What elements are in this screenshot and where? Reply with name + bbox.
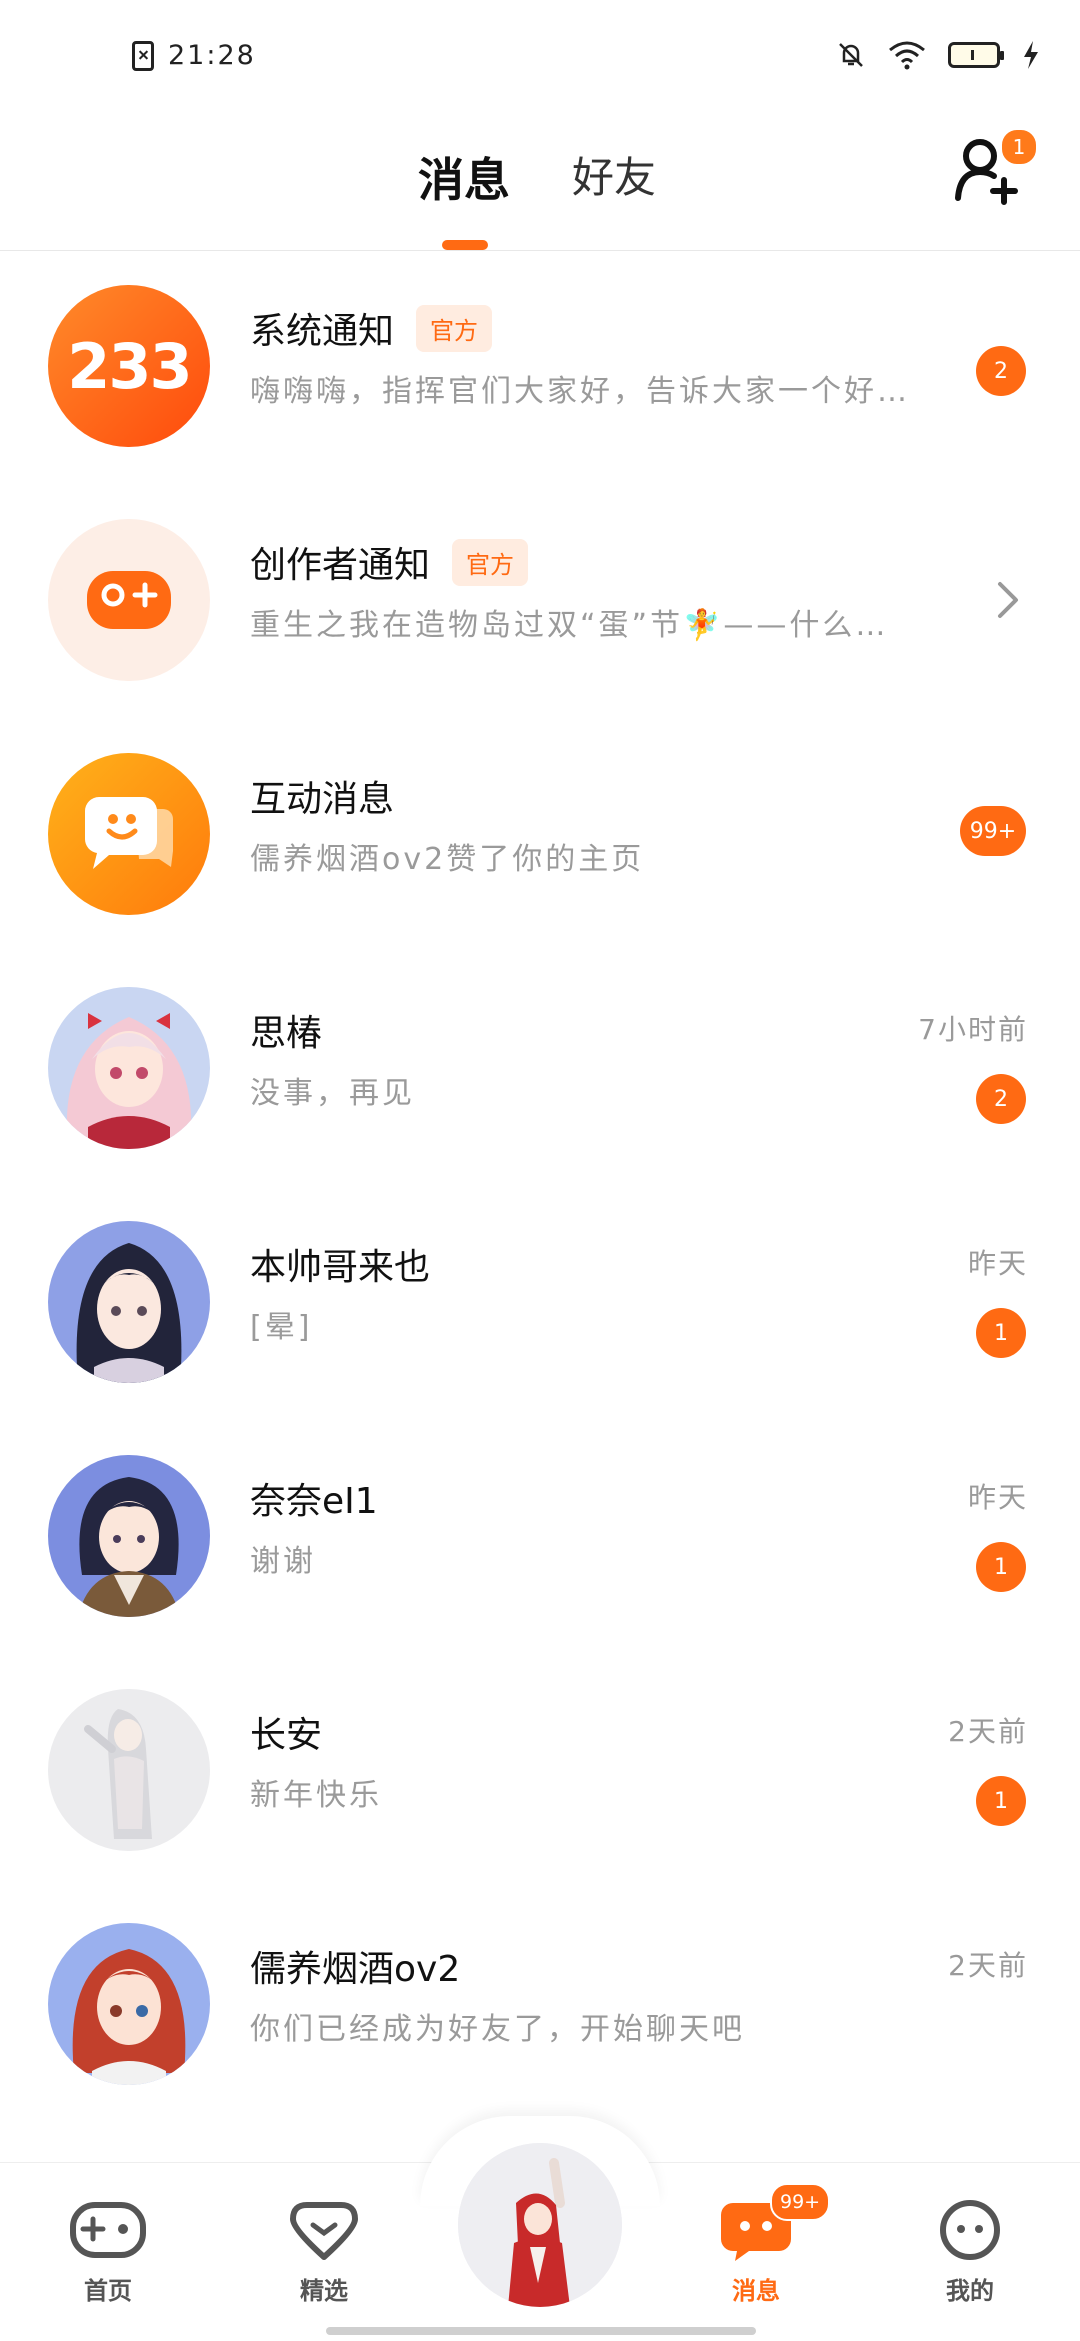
tab-friends[interactable]: 好友	[572, 144, 656, 205]
conversation-name: 本帅哥来也	[250, 1247, 431, 1288]
conversation-item[interactable]: 奈奈eI1 谢谢 昨天 1	[0, 1420, 1080, 1654]
conversation-preview: [晕]	[250, 1310, 313, 1345]
unread-badge: 1	[976, 1542, 1026, 1592]
avatar-robed-man	[48, 1455, 210, 1617]
smiley-face-icon	[940, 2200, 1000, 2260]
avatar-233: 233	[48, 285, 210, 447]
header: 消息 好友	[0, 110, 1080, 251]
active-tab-indicator	[442, 240, 488, 250]
avatar	[48, 1455, 210, 1617]
avatar-pink-hair-girl	[48, 987, 210, 1149]
battery-icon	[948, 42, 1004, 68]
gamepad-icon	[87, 571, 171, 629]
conversation-name: 奈奈eI1	[250, 1481, 378, 1522]
conversation-item[interactable]: 思椿 没事，再见 7小时前 2	[0, 952, 1080, 1186]
nav-mine[interactable]: 我的	[910, 2199, 1030, 2306]
friend-request-badge: 1	[1000, 128, 1038, 166]
conversation-preview: 没事，再见	[250, 1076, 415, 1111]
no-sim-icon	[132, 40, 154, 71]
chevron-right-icon	[998, 582, 1018, 618]
official-tag: 官方	[452, 538, 529, 586]
conversation-preview: 重生之我在造物岛过双“蛋”节🧚——什么…	[250, 608, 889, 643]
avatar	[48, 1221, 210, 1383]
avatar	[48, 1923, 210, 2085]
unread-badge: 2	[976, 1074, 1026, 1124]
avatar-creator	[48, 519, 210, 681]
gamepad-icon	[70, 2202, 146, 2258]
conversation-time: 2天前	[948, 1715, 1028, 1748]
unread-badge: 99+	[960, 806, 1026, 856]
conversation-time: 7小时前	[918, 1013, 1028, 1046]
center-character-button[interactable]	[458, 2143, 622, 2307]
tab-messages[interactable]: 消息	[418, 144, 510, 210]
home-indicator[interactable]	[326, 2327, 756, 2335]
conversation-name: 儒养烟酒ov2	[250, 1949, 461, 1990]
conversation-preview: 嗨嗨嗨，指挥官们大家好，告诉大家一个好…	[250, 374, 910, 409]
conversation-item-interactions[interactable]: 互动消息 儒养烟酒ov2赞了你的主页 99+	[0, 718, 1080, 952]
avatar	[48, 1689, 210, 1851]
charging-icon	[1024, 41, 1038, 69]
unread-badge: 1	[976, 1776, 1026, 1826]
conversation-name: 思椿	[250, 1013, 323, 1054]
conversation-item-system-notice[interactable]: 233 系统通知 官方 嗨嗨嗨，指挥官们大家好，告诉大家一个好… 2	[0, 250, 1080, 484]
avatar-233-text: 233	[67, 329, 192, 403]
avatar-interactions	[48, 753, 210, 915]
nav-featured-label: 精选	[300, 2277, 348, 2305]
character-avatar	[458, 2143, 622, 2307]
conversation-name: 创作者通知	[250, 545, 431, 586]
conversation-preview: 谢谢	[250, 1544, 316, 1579]
mute-icon	[839, 43, 863, 67]
wifi-icon	[889, 41, 925, 70]
conversation-time: 昨天	[967, 1247, 1028, 1280]
heart-gem-icon	[290, 2202, 358, 2260]
conversation-item[interactable]: 长安 新年快乐 2天前 1	[0, 1654, 1080, 1888]
nav-messages-label: 消息	[732, 2277, 780, 2305]
conversation-preview: 新年快乐	[250, 1778, 382, 1813]
unread-badge: 2	[976, 346, 1026, 396]
conversation-name: 长安	[250, 1715, 323, 1756]
avatar-white-hair-figure	[48, 1689, 210, 1851]
nav-home[interactable]: 首页	[48, 2199, 168, 2306]
messages-nav-badge: 99+	[770, 2183, 831, 2221]
conversation-item-creator-notice[interactable]: 创作者通知 官方 重生之我在造物岛过双“蛋”节🧚——什么…	[0, 484, 1080, 718]
status-bar: 21:28	[0, 0, 1080, 110]
avatar	[48, 987, 210, 1149]
official-tag: 官方	[416, 304, 493, 352]
unread-badge: 1	[976, 1308, 1026, 1358]
conversation-name: 互动消息	[250, 779, 395, 820]
conversation-time: 2天前	[948, 1949, 1028, 1982]
conversation-item[interactable]: 儒养烟酒ov2 你们已经成为好友了，开始聊天吧 2天前	[0, 1888, 1080, 2122]
status-time: 21:28	[168, 40, 256, 71]
chat-bubble-face-icon	[84, 797, 173, 869]
conversation-preview: 你们已经成为好友了，开始聊天吧	[250, 2012, 745, 2047]
nav-home-label: 首页	[84, 2277, 132, 2305]
nav-mine-label: 我的	[946, 2277, 994, 2305]
conversation-time: 昨天	[967, 1481, 1028, 1514]
avatar-red-hair-girl	[48, 1923, 210, 2085]
conversation-preview: 儒养烟酒ov2赞了你的主页	[250, 842, 645, 877]
avatar-dark-hair-man	[48, 1221, 210, 1383]
nav-featured[interactable]: 精选	[264, 2199, 384, 2306]
conversation-name: 系统通知	[250, 311, 395, 352]
conversation-item[interactable]: 本帅哥来也 [晕] 昨天 1	[0, 1186, 1080, 1420]
